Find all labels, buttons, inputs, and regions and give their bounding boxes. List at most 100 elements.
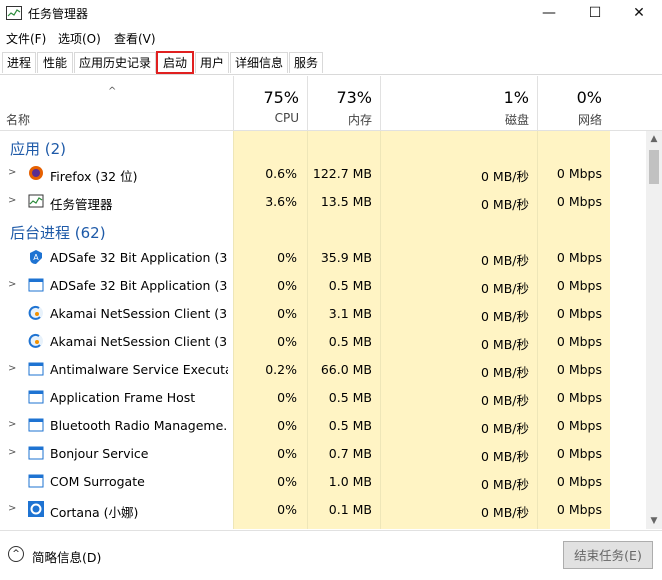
cell-cpu: 0%	[277, 502, 297, 517]
process-name: Akamai NetSession Client (3...	[50, 334, 228, 349]
process-row[interactable]: > Bonjour Service 0% 0.7 MB 0 MB/秒 0 Mbps	[0, 439, 646, 467]
cell-cpu: 0%	[277, 278, 297, 293]
scroll-up-icon[interactable]: ▲	[646, 131, 662, 147]
app-window-icon	[28, 277, 44, 293]
footer: ^ 简略信息(D) 结束任务(E)	[0, 530, 662, 580]
tab-startup[interactable]: 启动	[156, 51, 194, 74]
expand-chevron-icon[interactable]: >	[8, 195, 16, 206]
sort-caret-icon[interactable]: ^	[108, 86, 116, 97]
app-window-icon	[28, 445, 44, 461]
column-network[interactable]: 0% 网络	[537, 76, 610, 130]
cell-mem: 1.0 MB	[328, 474, 372, 489]
process-row[interactable]: Akamai NetSession Client (3... 0% 0.5 MB 0 …	[0, 327, 646, 355]
cell-cpu: 3.6%	[265, 194, 297, 209]
adsafe-icon: A	[28, 249, 44, 265]
expand-chevron-icon[interactable]: >	[8, 447, 16, 458]
cell-cpu: 0%	[277, 446, 297, 461]
process-name: Bonjour Service	[50, 446, 149, 461]
cell-disk: 0 MB/秒	[481, 197, 529, 212]
cell-mem: 0.1 MB	[328, 502, 372, 517]
menu-options[interactable]: 选项(O)	[58, 30, 101, 47]
process-name: Application Frame Host	[50, 390, 196, 405]
group-header: 应用 (2)	[0, 131, 646, 159]
cell-disk: 0 MB/秒	[481, 505, 529, 520]
cell-net: 0 Mbps	[556, 362, 602, 377]
column-disk[interactable]: 1% 磁盘	[380, 76, 537, 130]
process-row[interactable]: > ADSafe 32 Bit Application (3... 0% 0.5 MB…	[0, 271, 646, 299]
expand-chevron-icon[interactable]: >	[8, 167, 16, 178]
disk-total: 1%	[503, 88, 529, 107]
end-task-button[interactable]: 结束任务(E)	[563, 541, 653, 569]
process-row[interactable]: > Cortana (小娜) 0% 0.1 MB 0 MB/秒 0 Mbps	[0, 495, 646, 523]
firefox-icon	[28, 165, 44, 181]
expand-chevron-icon[interactable]: >	[8, 503, 16, 514]
tab-services[interactable]: 服务	[289, 52, 323, 73]
process-name: ADSafe 32 Bit Application (3...	[50, 250, 228, 265]
menu-bar: 文件(F) 选项(O) 查看(V)	[0, 28, 662, 48]
task-manager-icon	[6, 6, 22, 20]
group-label: 应用 (2)	[10, 140, 67, 158]
cell-disk: 0 MB/秒	[481, 477, 529, 492]
process-list: 应用 (2) > Firefox (32 位) 0.6% 122.7 MB 0 MB/秒 0…	[0, 131, 646, 529]
process-row[interactable]: > Firefox (32 位) 0.6% 122.7 MB 0 MB/秒 0 Mbps	[0, 159, 646, 187]
process-row[interactable]: COM Surrogate 0% 1.0 MB 0 MB/秒 0 Mbps	[0, 467, 646, 495]
menu-view[interactable]: 查看(V)	[114, 30, 156, 47]
cell-cpu: 0%	[277, 334, 297, 349]
memory-total: 73%	[336, 88, 372, 107]
process-row[interactable]: > Antimalware Service Executa... 0.2% 66.0 …	[0, 355, 646, 383]
cell-net: 0 Mbps	[556, 390, 602, 405]
process-name: COM Surrogate	[50, 474, 145, 489]
expand-chevron-icon[interactable]: >	[8, 419, 16, 430]
minimize-button[interactable]: —	[526, 0, 572, 26]
akamai-icon	[28, 305, 44, 321]
cell-disk: 0 MB/秒	[481, 393, 529, 408]
scroll-down-icon[interactable]: ▼	[646, 513, 662, 529]
process-name: 任务管理器	[50, 197, 113, 212]
process-name: Cortana (小娜)	[50, 505, 139, 520]
cell-net: 0 Mbps	[556, 278, 602, 293]
cell-mem: 0.5 MB	[328, 390, 372, 405]
cell-disk: 0 MB/秒	[481, 421, 529, 436]
memory-label: 内存	[347, 113, 372, 127]
maximize-button[interactable]: ☐	[572, 0, 618, 26]
collapse-icon[interactable]: ^	[8, 546, 24, 562]
title-bar: 任务管理器 — ☐ ✕	[0, 0, 662, 26]
process-row[interactable]: Akamai NetSession Client (3... 0% 3.1 MB 0 …	[0, 299, 646, 327]
menu-file[interactable]: 文件(F)	[6, 30, 46, 47]
cell-mem: 122.7 MB	[312, 166, 372, 181]
process-name: ADSafe 32 Bit Application (3...	[50, 278, 228, 293]
fewer-details-link[interactable]: 简略信息(D)	[32, 547, 101, 566]
process-row[interactable]: > Bluetooth Radio Manageme... 0% 0.5 MB 0 MB…	[0, 411, 646, 439]
app-window-icon	[28, 473, 44, 489]
cell-mem: 0.5 MB	[328, 278, 372, 293]
cell-cpu: 0.2%	[265, 362, 297, 377]
expand-chevron-icon[interactable]: >	[8, 279, 16, 290]
tab-processes[interactable]: 进程	[2, 52, 36, 73]
cell-disk: 0 MB/秒	[481, 309, 529, 324]
column-name[interactable]: 名称	[6, 111, 30, 128]
column-memory[interactable]: 73% 内存	[307, 76, 380, 130]
close-button[interactable]: ✕	[616, 0, 662, 26]
cell-cpu: 0.6%	[265, 166, 297, 181]
tab-users[interactable]: 用户	[195, 52, 229, 73]
process-row[interactable]: A ADSafe 32 Bit Application (3... 0% 35.9 M…	[0, 243, 646, 271]
process-row[interactable]: Application Frame Host 0% 0.5 MB 0 MB/秒 0 Mb…	[0, 383, 646, 411]
cell-cpu: 0%	[277, 474, 297, 489]
tab-details[interactable]: 详细信息	[230, 52, 288, 73]
column-cpu[interactable]: 75% CPU	[233, 76, 307, 130]
cell-mem: 0.5 MB	[328, 418, 372, 433]
window-title: 任务管理器	[28, 7, 89, 21]
scrollbar-thumb[interactable]	[649, 150, 659, 184]
cell-net: 0 Mbps	[556, 250, 602, 265]
expand-chevron-icon[interactable]: >	[8, 363, 16, 374]
akamai-icon	[28, 333, 44, 349]
vertical-scrollbar[interactable]: ▲ ▼	[646, 131, 662, 529]
group-label: 后台进程 (62)	[10, 224, 106, 242]
tab-performance[interactable]: 性能	[37, 52, 73, 73]
cell-disk: 0 MB/秒	[481, 281, 529, 296]
cell-mem: 0.7 MB	[328, 446, 372, 461]
tab-app-history[interactable]: 应用历史记录	[74, 52, 156, 73]
process-row[interactable]: > 任务管理器 3.6% 13.5 MB 0 MB/秒 0 Mbps	[0, 187, 646, 215]
cell-net: 0 Mbps	[556, 334, 602, 349]
cell-disk: 0 MB/秒	[481, 449, 529, 464]
